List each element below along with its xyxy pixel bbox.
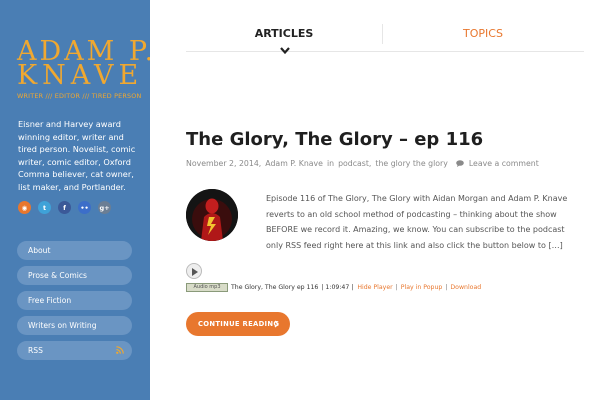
separator: | — [395, 283, 398, 291]
category-link[interactable]: the glory the glory — [375, 159, 447, 168]
sidebar-item-prose-comics[interactable]: Prose & Comics — [17, 266, 132, 285]
flash-image-icon — [186, 189, 238, 241]
tab-topics[interactable]: TOPICS — [382, 22, 584, 46]
post-in-word: in — [326, 159, 335, 168]
author-bio: Eisner and Harvey award winning editor, … — [18, 119, 136, 192]
sidebar-item-rss[interactable]: RSS — [17, 341, 132, 360]
category-link[interactable]: podcast, — [338, 159, 371, 168]
site-logo[interactable]: ADAM P. KNAVE WRITER /// EDITOR /// TIRE… — [17, 38, 150, 100]
tab-articles[interactable]: ARTICLES — [186, 22, 382, 46]
site-tagline: WRITER /// EDITOR /// TIRED PERSON — [17, 92, 142, 100]
top-navigation: ARTICLES TOPICS — [186, 22, 584, 55]
sidebar-item-free-fiction[interactable]: Free Fiction — [17, 291, 132, 310]
post-title[interactable]: The Glory, The Glory – ep 116 — [186, 129, 483, 150]
post-meta: November 2, 2014, Adam P. Knave in podcast,… — [186, 159, 539, 168]
rss-icon[interactable]: ◉ — [18, 201, 31, 214]
comment-icon — [456, 160, 465, 167]
post-excerpt: Episode 116 of The Glory, The Glory with… — [266, 194, 568, 250]
chevron-down-icon — [280, 47, 290, 55]
sidebar-nav: About Prose & Comics Free Fiction Writer… — [17, 241, 132, 366]
google-plus-icon[interactable]: g+ — [98, 201, 111, 214]
post-thumbnail[interactable] — [186, 189, 238, 241]
audio-format-badge: Audio mp3 — [186, 282, 228, 292]
post-date[interactable]: November 2, 2014, — [186, 159, 261, 168]
page: ADAM P. KNAVE WRITER /// EDITOR /// TIRE… — [0, 0, 600, 400]
flickr-icon[interactable]: •• — [78, 201, 91, 214]
podcast-track-title: The Glory, The Glory ep 116 — [231, 283, 319, 291]
leave-comment-link[interactable]: Leave a comment — [469, 159, 539, 168]
facebook-icon[interactable]: f — [58, 201, 71, 214]
separator: | — [445, 283, 448, 291]
sidebar-item-writers-on-writing[interactable]: Writers on Writing — [17, 316, 132, 335]
chevron-right-icon — [274, 320, 279, 328]
continue-reading-label: CONTINUE READING — [198, 320, 280, 328]
social-links: ◉ t f •• g+ — [18, 201, 111, 214]
continue-reading-button[interactable]: CONTINUE READING — [186, 312, 290, 336]
sidebar-item-about[interactable]: About — [17, 241, 132, 260]
rss-icon — [116, 346, 124, 354]
sidebar-item-label: RSS — [28, 346, 43, 355]
podcast-duration: | 1:09:47 | — [321, 283, 354, 291]
twitter-icon[interactable]: t — [38, 201, 51, 214]
logo-name-line2: KNAVE — [17, 60, 144, 91]
play-in-popup-link[interactable]: Play in Popup — [401, 284, 443, 291]
download-link[interactable]: Download — [450, 284, 481, 291]
play-button[interactable] — [186, 263, 202, 279]
sidebar: ADAM P. KNAVE WRITER /// EDITOR /// TIRE… — [0, 0, 150, 400]
post-author[interactable]: Adam P. Knave — [265, 159, 323, 168]
hide-player-link[interactable]: Hide Player — [357, 284, 392, 291]
podcast-player-row: Audio mp3 The Glory, The Glory ep 116 | … — [186, 282, 481, 292]
